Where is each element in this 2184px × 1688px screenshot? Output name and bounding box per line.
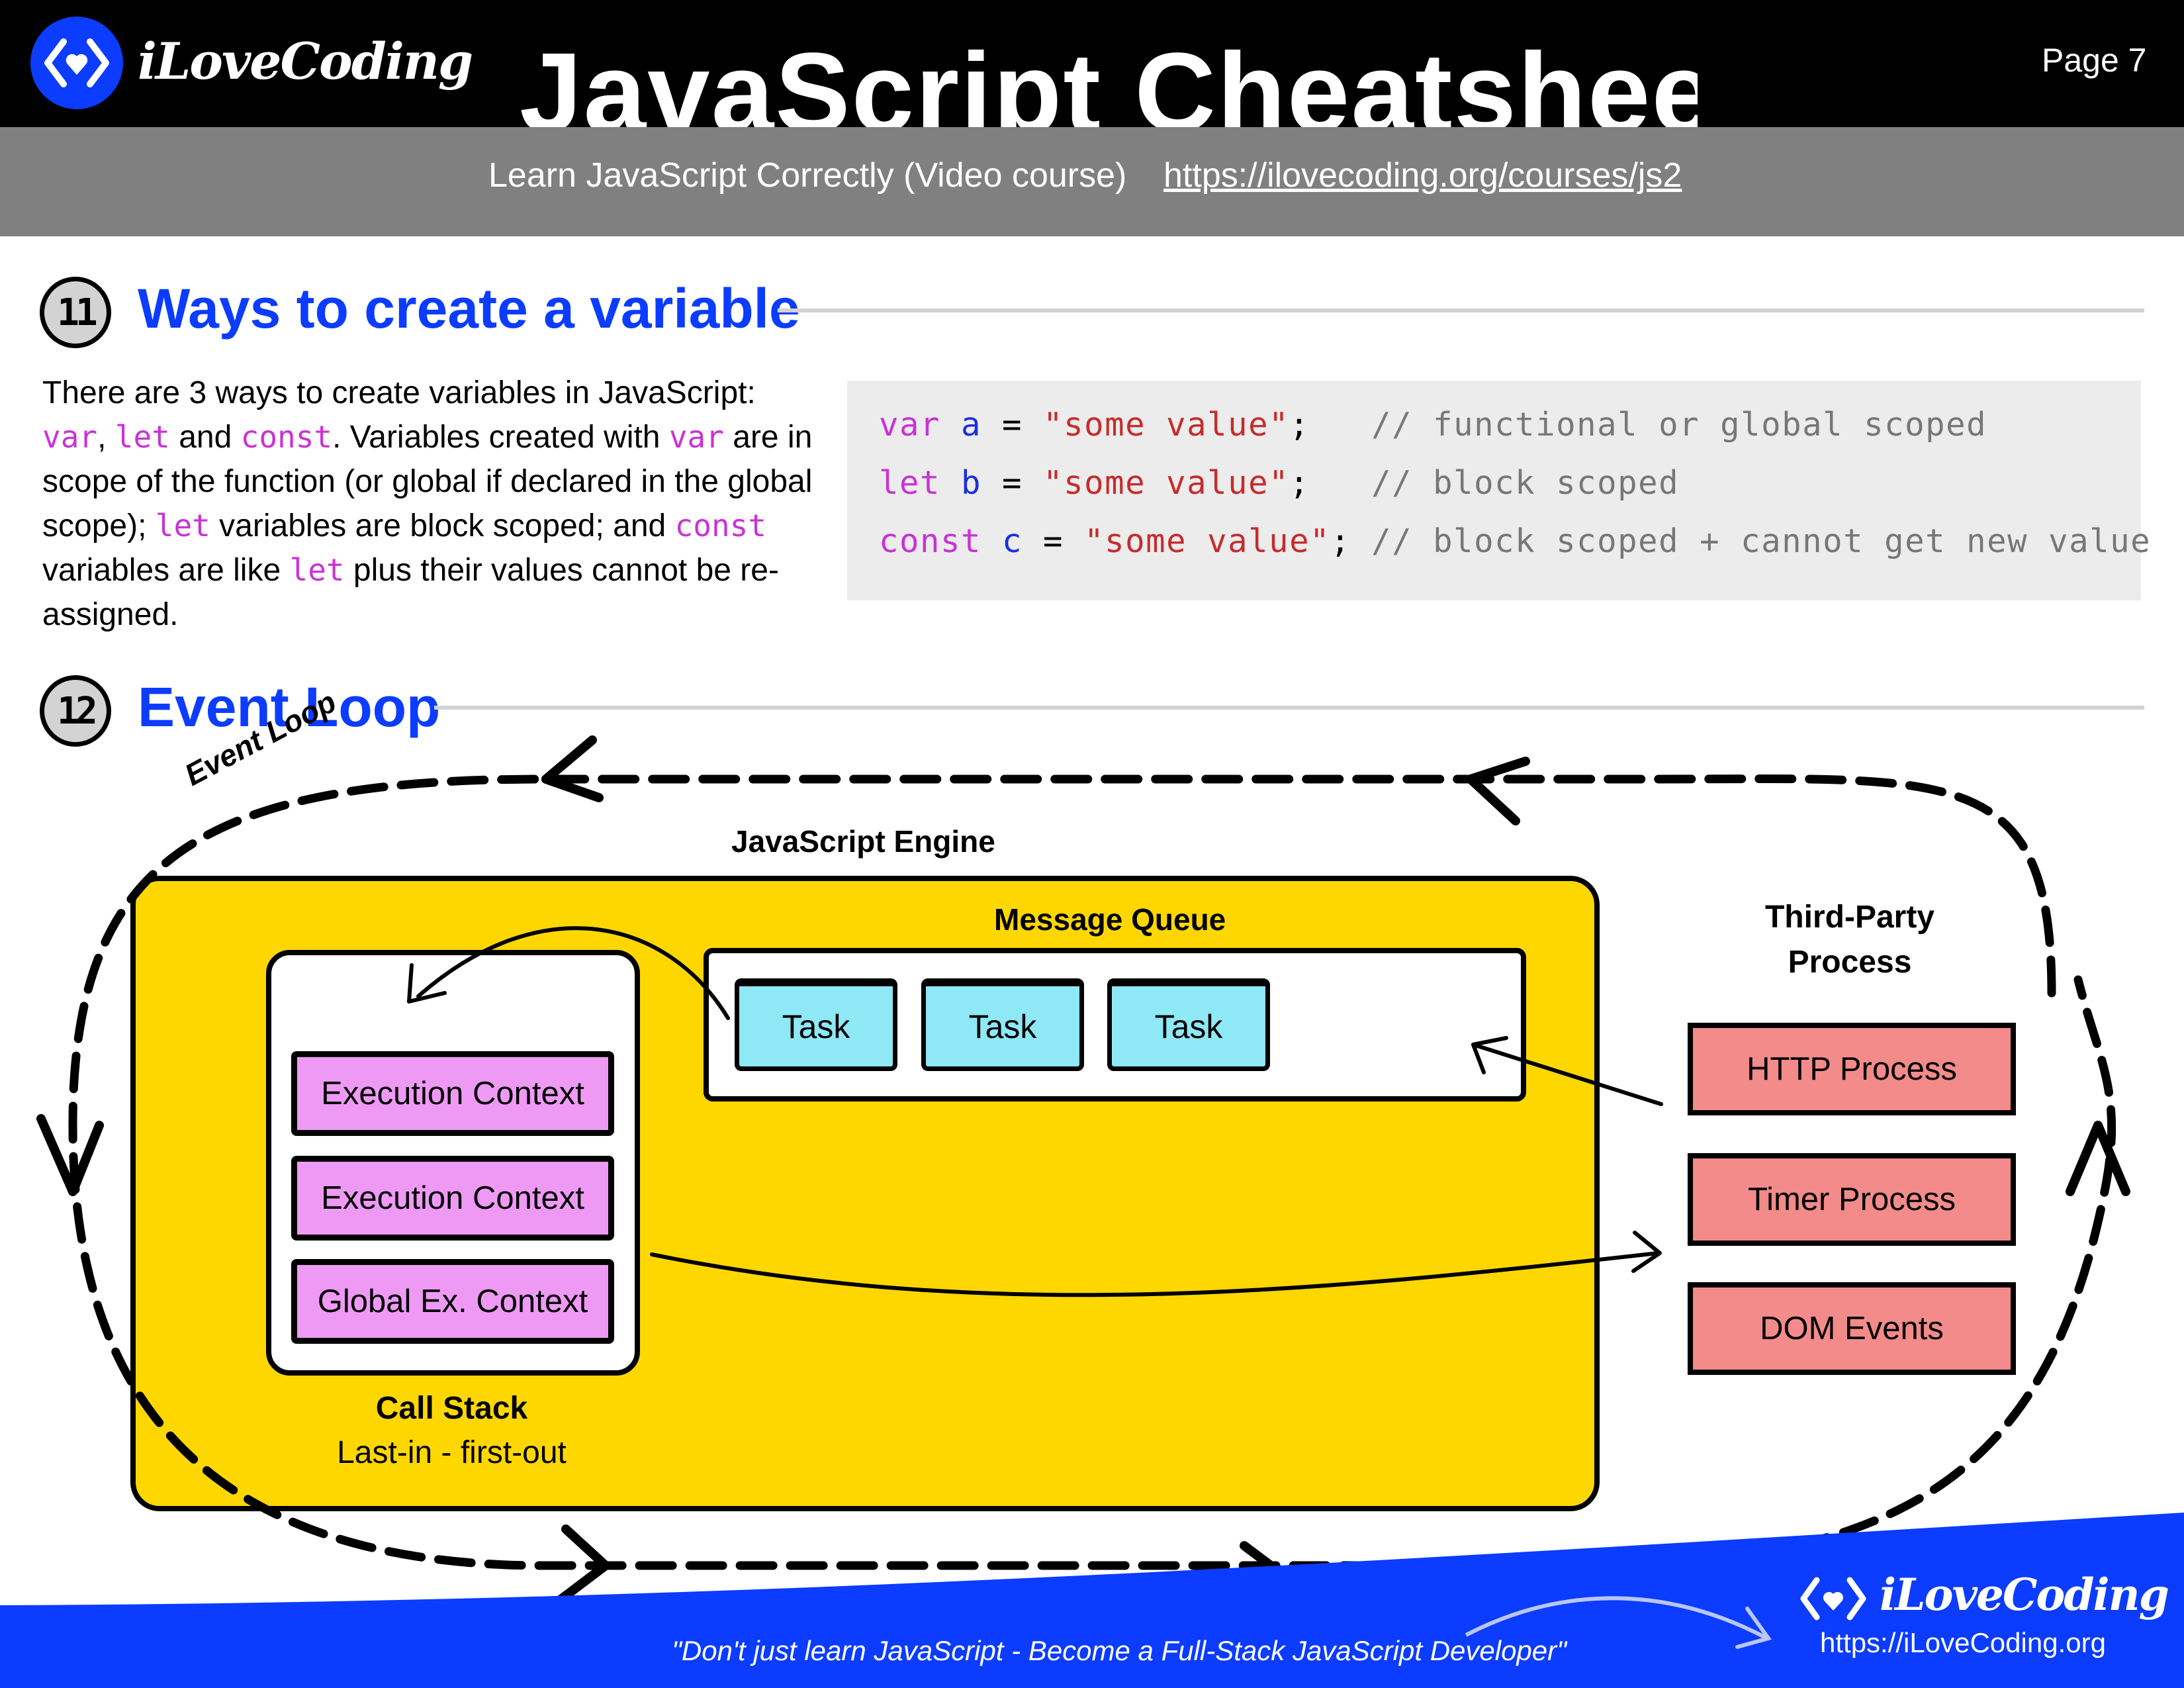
code-padding [1310, 406, 1371, 444]
brand-logo-icon [30, 17, 123, 109]
code-semicolon: ; [1289, 406, 1310, 444]
text-segment: variables are like [42, 553, 290, 588]
code-line: const c = "some value"; // block scoped … [879, 522, 2151, 560]
code-line: let b = "some value"; // block scoped [879, 464, 1679, 502]
footer-url-link[interactable]: https://iLoveCoding.org [1820, 1627, 2106, 1659]
brand-name: iLoveCoding [138, 32, 473, 91]
text-segment: and [169, 420, 241, 455]
keyword-let: let [155, 508, 210, 543]
keyword-var: var [42, 419, 98, 455]
section-divider [434, 706, 2144, 710]
text-segment: , [97, 420, 107, 455]
third-party-label: Third-Party Process [1694, 895, 2005, 985]
footer-brand: iLoveCoding [1880, 1569, 2169, 1620]
javascript-engine-label: JavaScript Engine [731, 824, 995, 859]
code-operator: = [981, 406, 1044, 444]
page-number: Page 7 [2042, 42, 2147, 79]
call-stack-label: Call Stack [375, 1391, 528, 1426]
code-string: "some value" [1043, 464, 1290, 502]
thirdparty-arrowhead-icon [1631, 1231, 1662, 1273]
global-execution-context-frame: Global Ex. Context [291, 1259, 614, 1344]
keyword-let: let [114, 419, 170, 455]
code-block: var a = "some value"; // functional or g… [847, 381, 2150, 600]
text-segment: variables are block scoped; and [210, 508, 675, 543]
course-text: Learn JavaScript Correctly (Video course… [488, 156, 1127, 195]
dom-events-box: DOM Events [1688, 1282, 2016, 1375]
course-link[interactable]: https://ilovecoding.org/courses/js2 [1163, 156, 1682, 195]
keyword-const: const [674, 508, 767, 543]
section-divider [778, 308, 2144, 312]
loop-arrow-left-icon [541, 735, 604, 802]
keyword-const: const [240, 419, 333, 455]
code-string: "some value" [1084, 522, 1331, 560]
code-heart-icon [44, 38, 109, 87]
code-keyword: var [879, 406, 941, 444]
code-padding [1351, 522, 1371, 560]
call-stack-sublabel: Last-in - first-out [337, 1435, 567, 1470]
code-padding [1310, 464, 1371, 502]
keyword-let: let [289, 552, 345, 588]
code-semicolon: ; [1289, 464, 1310, 502]
task-box: Task [921, 978, 1084, 1071]
label-line: Process [1788, 945, 1912, 980]
code-comment: // block scoped [1371, 464, 1680, 502]
loop-arrow-left-icon [1466, 757, 1530, 825]
code-keyword: let [879, 464, 941, 502]
code-identifier: c [1002, 522, 1023, 560]
code-operator: = [981, 464, 1044, 502]
label-line: Third-Party [1764, 900, 1935, 935]
code-keyword: const [879, 522, 982, 560]
code-operator: = [1023, 522, 1085, 560]
section-number-badge: 12 [40, 675, 111, 747]
execution-context-frame: Execution Context [291, 1051, 614, 1136]
code-semicolon: ; [1330, 522, 1351, 560]
code-identifier: a [961, 406, 982, 444]
message-queue-label: Message Queue [994, 902, 1226, 937]
footer-logo-icon [1800, 1577, 1866, 1620]
code-string: "some value" [1043, 406, 1290, 444]
text-segment: There are 3 ways to create variables in … [42, 375, 756, 410]
page-title: JavaScript Cheatsheet [520, 30, 1698, 127]
timer-process-box: Timer Process [1688, 1153, 2016, 1246]
task-box: Task [735, 978, 897, 1071]
text-segment: . Variables created with [332, 420, 669, 455]
section-number-badge: 11 [40, 277, 111, 348]
code-line: var a = "some value"; // functional or g… [879, 406, 1987, 444]
loop-arrow-down-icon [36, 1114, 104, 1196]
http-process-box: HTTP Process [1688, 1023, 2016, 1115]
section-title: Ways to create a variable [138, 277, 800, 340]
task-box: Task [1107, 978, 1270, 1071]
code-comment: // functional or global scoped [1371, 406, 1987, 444]
footer-quote: "Don't just learn JavaScript - Become a … [672, 1635, 1567, 1666]
section-description: There are 3 ways to create variables in … [42, 371, 830, 637]
code-comment: // block scoped + cannot get new value [1371, 522, 2152, 560]
keyword-var: var [668, 419, 724, 455]
execution-context-frame: Execution Context [291, 1156, 614, 1241]
code-identifier: b [961, 464, 982, 502]
loop-arrow-up-icon [2066, 1121, 2130, 1196]
